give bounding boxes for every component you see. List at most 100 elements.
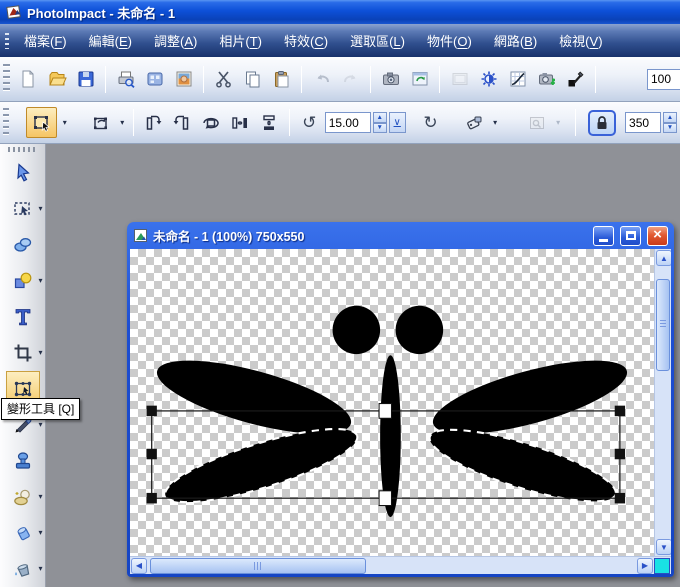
tool-tooltip: 變形工具 [Q] [1,398,81,420]
redo-button[interactable] [337,66,364,93]
menu-grip[interactable] [5,32,9,49]
eraser-tool[interactable]: ▾ [1,515,45,551]
color-picker-button[interactable] [562,66,589,93]
transform-tool-dropdown[interactable]: ▾ [60,118,69,127]
tool-dropdown[interactable]: ▾ [38,564,42,573]
workspace: ▾ ▾ ▾ ▾ ▾ ▾ ▾ 未命名 - 1 (100%) 750x550 × ▲… [0,144,680,587]
fill-tool[interactable]: ▾ [1,551,45,587]
photoimpact-app: PhotoImpact - 未命名 - 1 檔案(F) 編輯(E) 調整(A) 相片(… [0,0,680,587]
pick-tool[interactable] [1,155,45,191]
text-tool[interactable] [1,299,45,335]
tool-dropdown[interactable]: ▾ [38,492,42,501]
menu-item[interactable]: 檔案(F) [13,27,78,54]
camera-button[interactable] [377,66,404,93]
toolbar-grip[interactable] [3,64,10,94]
menu-item[interactable]: 編輯(E) [78,27,143,54]
spin-up-icon[interactable]: ▲ [663,112,678,123]
vertical-scroll-thumb[interactable] [656,279,670,371]
angle-spinner[interactable]: ▲ ▼ [372,112,387,133]
toolbar-separator [595,65,596,93]
zoom-input[interactable] [647,68,680,90]
tool-dropdown[interactable]: ▾ [38,276,42,285]
retouch-tool[interactable]: ▾ [1,479,45,515]
copy-button[interactable] [239,66,266,93]
palette-grip[interactable] [7,147,38,152]
horizontal-scroll-track[interactable] [148,557,636,574]
toolbar-grip[interactable] [3,107,10,138]
toolbar-separator [439,65,440,93]
flip-horizontal-button[interactable] [227,109,254,136]
preview-dropdown[interactable]: ▾ [554,118,563,127]
spin-up-icon[interactable]: ▲ [372,112,387,123]
open-button[interactable] [43,66,70,93]
spin-down-icon[interactable]: ▼ [663,122,678,133]
tone-curve-button[interactable] [504,66,531,93]
menu-item[interactable]: 檢視(V) [548,27,613,54]
size-spinner[interactable]: ▲ ▼ [663,112,678,133]
selection-tool[interactable]: ▾ [1,191,45,227]
free-rotate-button[interactable] [198,109,225,136]
transform-mode-dropdown[interactable]: ▾ [118,118,127,127]
vertical-scroll-track[interactable] [655,267,671,538]
menu-item[interactable]: 調整(A) [143,27,208,54]
reset-rotate-button[interactable]: ↺ [296,109,323,136]
tag-button[interactable] [461,109,488,136]
spin-down-icon[interactable]: ▼ [372,122,387,133]
lock-button[interactable] [587,109,616,136]
scroll-down-button[interactable]: ▼ [656,539,671,555]
tool-dropdown[interactable]: ▾ [38,528,42,537]
enhance-button[interactable] [446,66,473,93]
web-page-button[interactable] [406,66,433,93]
save-button[interactable] [72,66,99,93]
screen-capture-button[interactable] [141,66,168,93]
document-window[interactable]: 未命名 - 1 (100%) 750x550 × ▲ ▼ ◀ ▶ [127,222,674,577]
rotate-right-button[interactable] [169,109,196,136]
tool-dropdown[interactable]: ▾ [38,204,42,213]
scroll-up-button[interactable]: ▲ [656,250,671,266]
transform-tool-button[interactable] [26,107,58,138]
path-drawing-tool[interactable]: ▾ [1,263,45,299]
menu-item[interactable]: 特效(C) [273,27,339,54]
tag-dropdown[interactable]: ▾ [491,118,500,127]
vertical-scrollbar[interactable]: ▲ ▼ [654,249,671,556]
browse-button[interactable] [170,66,197,93]
object-select-tool[interactable] [1,227,45,263]
menu-item[interactable]: 物件(O) [416,27,483,54]
rotate-cw-button[interactable]: ↻ [417,109,444,136]
size-input[interactable] [625,112,662,133]
lower-left-wing[interactable] [159,415,363,517]
scroll-left-button[interactable]: ◀ [131,557,147,574]
scroll-right-button[interactable]: ▶ [637,557,653,574]
canvas[interactable] [130,249,654,556]
paste-button[interactable] [268,66,295,93]
undo-button[interactable] [308,66,335,93]
clone-tool[interactable] [1,443,45,479]
flip-vertical-button[interactable] [256,109,283,136]
document-title-bar[interactable]: 未命名 - 1 (100%) 750x550 × [130,222,671,249]
rotate-left-button[interactable] [140,109,167,136]
close-button[interactable]: × [647,225,668,246]
tool-dropdown[interactable]: ▾ [38,420,42,429]
brightness-contrast-button[interactable] [475,66,502,93]
preview-button[interactable] [524,109,551,136]
cut-button[interactable] [210,66,237,93]
minimize-icon [599,238,608,242]
maximize-button[interactable] [620,225,641,246]
menu-item[interactable]: 網路(B) [483,27,548,54]
toolbar-separator [574,109,576,136]
tool-dropdown[interactable]: ▾ [38,348,42,357]
angle-dropdown-button[interactable]: ∨ [388,112,406,133]
menu-item[interactable]: 相片(T) [208,27,273,54]
new-button[interactable] [14,66,41,93]
quick-command-button[interactable] [654,557,670,574]
lower-right-wing[interactable] [423,416,622,516]
crop-tool[interactable]: ▾ [1,335,45,371]
transform-mode-button[interactable] [88,109,115,136]
rotate-angle-input[interactable] [324,112,371,133]
print-button[interactable] [112,66,139,93]
horizontal-scrollbar[interactable]: ◀ ▶ [130,556,671,574]
horizontal-scroll-thumb[interactable] [150,557,366,574]
minimize-button[interactable] [593,225,614,246]
quick-fix-button[interactable] [533,66,560,93]
menu-item[interactable]: 選取區(L) [339,27,416,54]
